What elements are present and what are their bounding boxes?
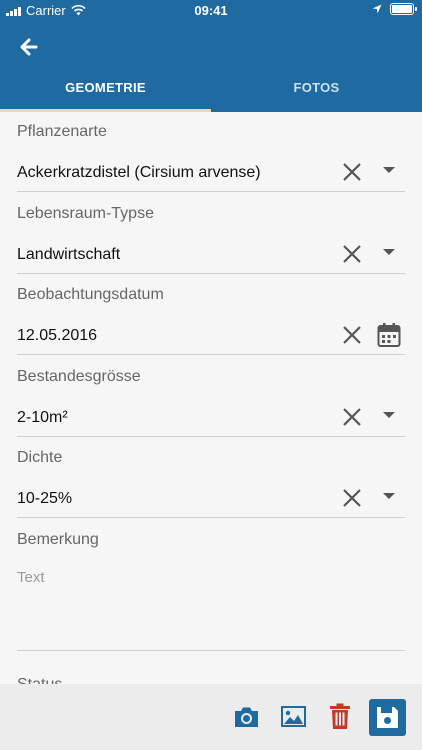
field-underline <box>17 354 405 355</box>
field-bemerkung: Bemerkung Text <box>17 531 405 651</box>
field-label: Pflanzenarte <box>17 123 107 140</box>
dropdown-arrow-icon[interactable] <box>383 412 395 418</box>
field-label: Bestandesgrösse <box>17 368 141 385</box>
dropdown-arrow-icon[interactable] <box>383 167 395 173</box>
tab-geometrie[interactable]: GEOMETRIE <box>0 68 211 112</box>
status-bar: Carrier 09:41 <box>0 0 422 22</box>
field-label: Bemerkung <box>17 531 99 548</box>
field-value[interactable]: Ackerkratzdistel (Cirsium arvense) <box>17 164 261 182</box>
field-underline <box>17 650 405 651</box>
calendar-icon[interactable] <box>377 322 401 348</box>
image-icon[interactable] <box>281 706 306 727</box>
field-underline <box>17 517 405 518</box>
dropdown-arrow-icon[interactable] <box>383 493 395 499</box>
clear-icon[interactable] <box>341 406 363 428</box>
clear-icon[interactable] <box>341 243 363 265</box>
tab-bar: GEOMETRIE FOTOS <box>0 68 422 112</box>
form-content: Pflanzenarte Ackerkratzdistel (Cirsium a… <box>0 112 422 684</box>
field-value[interactable]: 12.05.2016 <box>17 327 97 345</box>
field-underline <box>17 191 405 192</box>
remark-textarea[interactable]: Text <box>17 569 45 586</box>
save-icon <box>377 707 398 728</box>
clear-icon[interactable] <box>341 487 363 509</box>
status-right <box>372 3 417 15</box>
location-arrow-icon <box>372 4 382 14</box>
dropdown-arrow-icon[interactable] <box>383 249 395 255</box>
field-value[interactable]: Landwirtschaft <box>17 246 120 264</box>
field-label: Beobachtungsdatum <box>17 286 164 303</box>
app-bar: GEOMETRIE FOTOS <box>0 22 422 112</box>
field-value[interactable]: 2-10m² <box>17 409 68 427</box>
clear-icon[interactable] <box>341 324 363 346</box>
field-underline <box>17 273 405 274</box>
field-label: Status <box>17 676 62 684</box>
tab-fotos[interactable]: FOTOS <box>211 68 422 112</box>
field-label: Lebensraum-Typse <box>17 205 154 222</box>
field-underline <box>17 436 405 437</box>
save-button[interactable] <box>369 699 406 736</box>
back-arrow-icon[interactable] <box>14 32 44 62</box>
battery-icon <box>390 3 417 15</box>
status-time: 09:41 <box>194 3 228 18</box>
clear-icon[interactable] <box>341 161 363 183</box>
camera-icon[interactable] <box>233 705 260 729</box>
field-label: Dichte <box>17 449 63 466</box>
bottom-toolbar <box>0 684 422 750</box>
trash-icon[interactable] <box>329 703 351 730</box>
field-value[interactable]: 10-25% <box>17 490 72 508</box>
